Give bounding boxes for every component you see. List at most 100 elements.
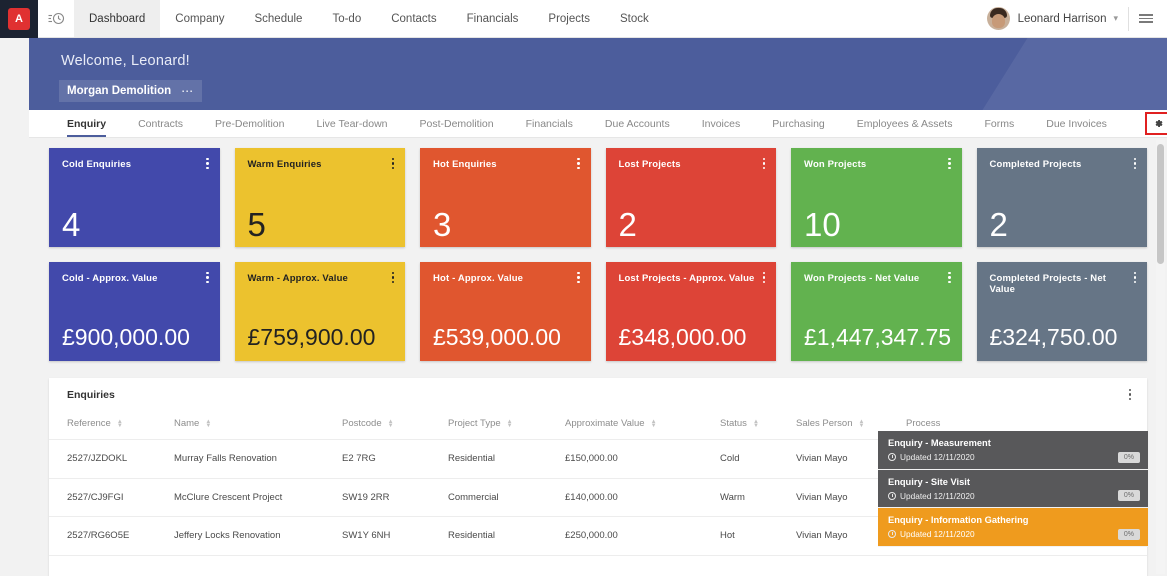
sort-toggle-icon[interactable]: ▲ ▼ bbox=[117, 419, 123, 429]
cell-approximate-value: £140,000.00 bbox=[565, 478, 720, 517]
nav-divider bbox=[1128, 6, 1129, 31]
kpi-card-value: 5 bbox=[247, 206, 266, 243]
kpi-card-cold-approx-value[interactable]: Cold - Approx. Value £900,000.00 bbox=[49, 262, 220, 361]
tab-invoices[interactable]: Invoices bbox=[686, 110, 757, 137]
top-navigation-bar: A Dashboard Company Schedule To-do Contacts F… bbox=[0, 0, 1167, 38]
column-header-label: Postcode bbox=[342, 418, 382, 429]
vertical-scrollbar[interactable] bbox=[1156, 140, 1165, 574]
kebab-menu-icon[interactable] bbox=[1133, 272, 1136, 284]
chevron-down-icon[interactable]: ▾ bbox=[1113, 13, 1118, 24]
sort-toggle-icon[interactable]: ▲ ▼ bbox=[388, 419, 394, 429]
sort-toggle-icon[interactable]: ▲ ▼ bbox=[753, 419, 759, 429]
ellipsis-icon[interactable]: ⋯ bbox=[181, 85, 194, 97]
column-header-name[interactable]: Name ▲ ▼ bbox=[174, 412, 342, 440]
column-header-project-type[interactable]: Project Type ▲ ▼ bbox=[448, 412, 565, 440]
scrollbar-thumb[interactable] bbox=[1157, 144, 1164, 264]
tab-pre-demolition[interactable]: Pre-Demolition bbox=[199, 110, 300, 137]
kpi-card-value: £1,447,347.75 bbox=[804, 324, 952, 350]
process-card[interactable]: Enquiry - Measurement Updated 12/11/2020 0… bbox=[878, 431, 1148, 470]
kpi-card-won-projects-net-value[interactable]: Won Projects - Net Value £1,447,347.75 bbox=[791, 262, 962, 361]
welcome-banner: Welcome, Leonard! Morgan Demolition ⋯ bbox=[29, 38, 1167, 110]
tab-financials[interactable]: Financials bbox=[510, 110, 589, 137]
sort-toggle-icon[interactable]: ▲ ▼ bbox=[205, 419, 211, 429]
process-card[interactable]: Enquiry - Information Gathering Updated 1… bbox=[878, 508, 1148, 547]
cell-project-type: Residential bbox=[448, 516, 565, 556]
kpi-card-lost-projects-approx-value[interactable]: Lost Projects - Approx. Value £348,000.00 bbox=[605, 262, 776, 361]
kpi-card-completed-projects[interactable]: Completed Projects 2 bbox=[976, 148, 1147, 247]
column-header-postcode[interactable]: Postcode ▲ ▼ bbox=[342, 412, 448, 440]
sort-toggle-icon[interactable]: ▲ ▼ bbox=[507, 419, 513, 429]
history-clock-icon[interactable] bbox=[38, 0, 74, 37]
tab-live-tear-down[interactable]: Live Tear-down bbox=[300, 110, 403, 137]
kpi-card-title: Completed Projects - Net Value bbox=[989, 273, 1107, 295]
kpi-card-lost-projects[interactable]: Lost Projects 2 bbox=[605, 148, 776, 247]
nav-item-schedule[interactable]: Schedule bbox=[239, 0, 317, 37]
nav-item-to-do[interactable]: To-do bbox=[317, 0, 376, 37]
kpi-card-warm-approx-value[interactable]: Warm - Approx. Value £759,900.00 bbox=[234, 262, 405, 361]
avatar[interactable] bbox=[986, 7, 1010, 30]
clock-icon bbox=[888, 530, 896, 538]
company-selector[interactable]: Morgan Demolition ⋯ bbox=[59, 80, 203, 102]
tab-enquiry[interactable]: Enquiry bbox=[29, 110, 122, 137]
tab-due-invoices[interactable]: Due Invoices bbox=[1030, 110, 1123, 137]
kebab-menu-icon[interactable] bbox=[577, 158, 580, 170]
kebab-menu-icon[interactable] bbox=[762, 272, 765, 284]
process-column-overlay: Enquiry - Measurement Updated 12/11/2020 0… bbox=[878, 431, 1148, 547]
kpi-card-title: Hot - Approx. Value bbox=[433, 273, 524, 284]
cell-project-type: Commercial bbox=[448, 478, 565, 517]
kpi-card-value: £900,000.00 bbox=[62, 324, 190, 350]
cell-approximate-value: £250,000.00 bbox=[565, 516, 720, 556]
kpi-card-completed-projects-net-value[interactable]: Completed Projects - Net Value £324,750.0… bbox=[976, 262, 1147, 361]
nav-item-company[interactable]: Company bbox=[160, 0, 239, 37]
kebab-menu-icon[interactable] bbox=[206, 158, 209, 170]
kpi-card-title: Lost Projects bbox=[618, 159, 681, 170]
kpi-card-title: Won Projects - Net Value bbox=[804, 273, 920, 284]
sort-toggle-icon[interactable]: ▲ ▼ bbox=[859, 419, 865, 429]
kpi-card-hot-enquiries[interactable]: Hot Enquiries 3 bbox=[420, 148, 591, 247]
cell-reference: 2527/CJ9FGI bbox=[49, 478, 174, 517]
cell-approximate-value: £150,000.00 bbox=[565, 439, 720, 479]
nav-item-contacts[interactable]: Contacts bbox=[376, 0, 451, 37]
column-header-approximate-value[interactable]: Approximate Value ▲ ▼ bbox=[565, 412, 720, 440]
nav-item-dashboard[interactable]: Dashboard bbox=[74, 0, 161, 37]
kpi-card-hot-approx-value[interactable]: Hot - Approx. Value £539,000.00 bbox=[420, 262, 591, 361]
process-progress-badge: 0% bbox=[1117, 528, 1140, 540]
kebab-menu-icon[interactable] bbox=[577, 272, 580, 284]
kpi-card-value: £348,000.00 bbox=[618, 324, 747, 350]
kebab-menu-icon[interactable] bbox=[1133, 158, 1136, 170]
list-menu-icon[interactable] bbox=[1139, 14, 1159, 23]
kebab-menu-icon[interactable] bbox=[762, 158, 765, 170]
kpi-card-value: £324,750.00 bbox=[989, 324, 1118, 350]
column-header-status[interactable]: Status ▲ ▼ bbox=[720, 412, 796, 440]
nav-item-projects[interactable]: Projects bbox=[533, 0, 605, 37]
column-header-reference[interactable]: Reference ▲ ▼ bbox=[49, 412, 174, 440]
process-progress-badge: 0% bbox=[1117, 490, 1140, 501]
nav-item-stock[interactable]: Stock bbox=[605, 0, 664, 37]
kpi-count-cards: Cold Enquiries 4 Warm Enquiries 5 Hot Enquir… bbox=[29, 138, 1167, 247]
tab-due-accounts[interactable]: Due Accounts bbox=[589, 110, 686, 137]
kpi-card-won-projects[interactable]: Won Projects 10 bbox=[791, 148, 962, 247]
tab-forms[interactable]: Forms bbox=[968, 110, 1030, 137]
kpi-card-value: 2 bbox=[989, 206, 1008, 243]
kebab-menu-icon[interactable] bbox=[1128, 389, 1131, 401]
kebab-menu-icon[interactable] bbox=[391, 158, 394, 170]
cell-name: McClure Crescent Project bbox=[174, 478, 342, 517]
kpi-card-value: 10 bbox=[804, 206, 841, 243]
tab-purchasing[interactable]: Purchasing bbox=[756, 110, 841, 137]
dashboard-content: Cold Enquiries 4 Warm Enquiries 5 Hot Enquir… bbox=[29, 138, 1167, 576]
kebab-menu-icon[interactable] bbox=[948, 272, 951, 284]
process-card[interactable]: Enquiry - Site Visit Updated 12/11/2020 0% bbox=[878, 469, 1148, 508]
kpi-card-cold-enquiries[interactable]: Cold Enquiries 4 bbox=[49, 148, 220, 247]
tab-contracts[interactable]: Contracts bbox=[122, 110, 199, 137]
clock-icon bbox=[888, 453, 896, 461]
kebab-menu-icon[interactable] bbox=[391, 272, 394, 284]
gear-icon[interactable] bbox=[1144, 112, 1167, 135]
sort-toggle-icon[interactable]: ▲ ▼ bbox=[651, 419, 657, 429]
tab-post-demolition[interactable]: Post-Demolition bbox=[404, 110, 510, 137]
nav-item-financials[interactable]: Financials bbox=[452, 0, 534, 37]
tab-employees-assets[interactable]: Employees & Assets bbox=[841, 110, 969, 137]
app-logo[interactable]: A bbox=[0, 0, 38, 38]
kebab-menu-icon[interactable] bbox=[948, 158, 951, 170]
kpi-card-warm-enquiries[interactable]: Warm Enquiries 5 bbox=[234, 148, 405, 247]
kebab-menu-icon[interactable] bbox=[206, 272, 209, 284]
